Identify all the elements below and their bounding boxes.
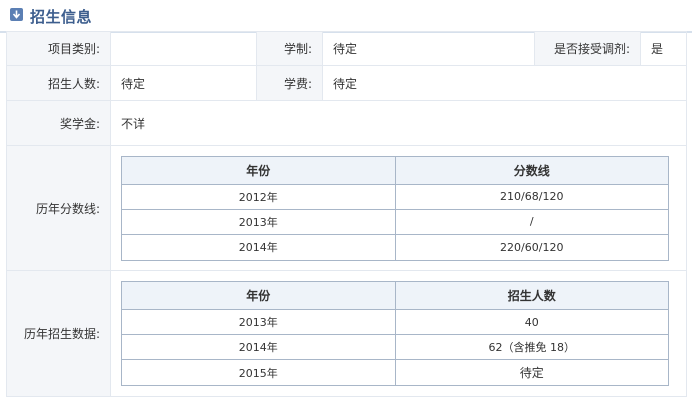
table-row: 2015年 待定 xyxy=(121,359,669,386)
tuition-label: 学费: xyxy=(256,65,323,101)
table-row: 2013年 / xyxy=(121,208,669,235)
section-title: 招生信息 xyxy=(30,8,93,26)
adjust-label: 是否接受调剂: xyxy=(534,31,641,66)
enroll-count: 待定 xyxy=(394,359,669,386)
enroll-year: 2013年 xyxy=(121,309,396,335)
score-line: 210/68/120 xyxy=(394,183,669,210)
score-year: 2014年 xyxy=(121,233,396,261)
table-row: 2013年 40 xyxy=(121,309,669,335)
table-row: 2014年 62（含推免 18） xyxy=(121,334,669,360)
info-row: 招生人数: 待定 学费: 待定 xyxy=(6,65,687,101)
enroll-count-value: 待定 xyxy=(110,65,257,101)
scholarship-label: 奖学金: xyxy=(6,100,111,146)
enroll-history-table: 年份 招生人数 2013年 40 2014年 62（含推免 18） 2015年 … xyxy=(121,281,669,386)
table-row: 2012年 210/68/120 xyxy=(121,183,669,210)
project-type-value xyxy=(110,31,257,66)
enroll-year: 2015年 xyxy=(121,359,396,386)
score-history-label: 历年分数线: xyxy=(6,145,111,271)
system-value: 待定 xyxy=(322,31,535,66)
enroll-history-cell: 年份 招生人数 2013年 40 2014年 62（含推免 18） 2015年 … xyxy=(110,270,687,397)
scholarship-value: 不详 xyxy=(110,100,687,146)
enroll-header-count: 招生人数 xyxy=(394,281,669,310)
enroll-year: 2014年 xyxy=(121,334,396,360)
score-line: / xyxy=(394,208,669,235)
score-header-year: 年份 xyxy=(121,155,396,185)
enroll-count: 40 xyxy=(394,309,669,335)
info-row: 奖学金: 不详 xyxy=(6,100,687,146)
score-history-cell: 年份 分数线 2012年 210/68/120 2013年 / 2014年 22… xyxy=(110,145,687,271)
enroll-count: 62（含推免 18） xyxy=(394,334,669,360)
info-row: 项目类别: 学制: 待定 是否接受调剂: 是 xyxy=(6,31,687,66)
enroll-history-label: 历年招生数据: xyxy=(6,270,111,397)
enroll-header-year: 年份 xyxy=(121,281,396,310)
collapse-arrow-down-icon[interactable] xyxy=(10,8,23,21)
adjust-value: 是 xyxy=(640,31,687,66)
project-type-label: 项目类别: xyxy=(6,31,111,66)
score-history-row: 历年分数线: 年份 分数线 2012年 210/68/120 2013年 / 2… xyxy=(6,145,687,271)
section-header: 招生信息 xyxy=(0,0,692,33)
admission-info-table: 项目类别: 学制: 待定 是否接受调剂: 是 招生人数: 待定 学费: 待定 奖… xyxy=(6,31,687,397)
system-label: 学制: xyxy=(256,31,323,66)
score-year: 2012年 xyxy=(121,183,396,210)
tuition-value: 待定 xyxy=(322,65,687,101)
score-history-table: 年份 分数线 2012年 210/68/120 2013年 / 2014年 22… xyxy=(121,155,669,261)
table-row: 2014年 220/60/120 xyxy=(121,233,669,261)
enroll-history-row: 历年招生数据: 年份 招生人数 2013年 40 2014年 62（含推免 18… xyxy=(6,270,687,397)
score-header-line: 分数线 xyxy=(394,155,669,185)
score-year: 2013年 xyxy=(121,208,396,235)
score-line: 220/60/120 xyxy=(394,233,669,261)
enroll-count-label: 招生人数: xyxy=(6,65,111,101)
